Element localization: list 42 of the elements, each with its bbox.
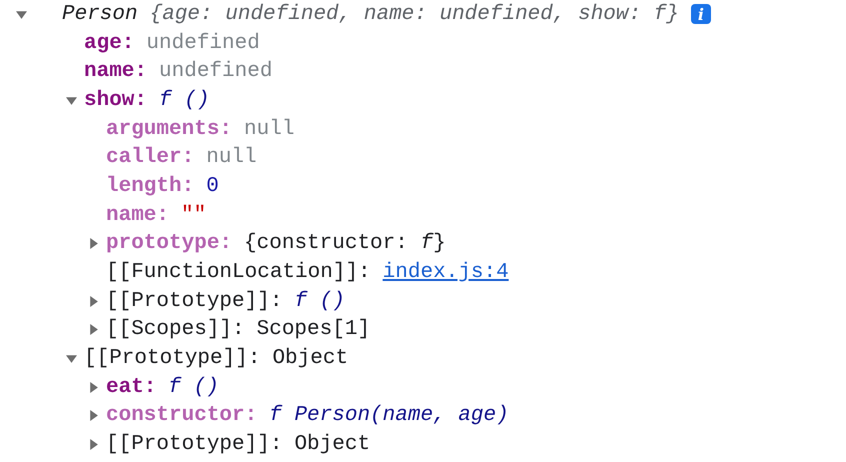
disclosure-triangle-icon[interactable] [66, 94, 77, 106]
source-link[interactable]: index.js:4 [382, 261, 509, 284]
property-key: name: [106, 204, 170, 227]
class-name: Person [62, 2, 138, 26]
property-key: [[FunctionLocation]]: [106, 261, 371, 284]
property-value: Scopes[1] [256, 318, 370, 342]
property-value: f () [159, 88, 210, 112]
property-key: age: [84, 32, 134, 55]
property-value: Object [294, 433, 370, 456]
property-value: null [244, 118, 294, 141]
property-key: show: [84, 88, 148, 112]
disclosure-triangle-icon[interactable] [88, 439, 99, 450]
disclosure-triangle-icon[interactable] [88, 410, 99, 422]
property-key: [[Prototype]]: [106, 290, 282, 313]
property-key: eat: [106, 376, 156, 399]
property-key: prototype: [106, 232, 232, 256]
property-value: f Person(name, age) [269, 404, 509, 428]
property-key: length: [106, 174, 194, 198]
disclosure-triangle-icon[interactable] [88, 238, 99, 250]
property-value: 0 [206, 174, 219, 198]
property-value: null [206, 146, 257, 170]
property-value: "" [181, 204, 206, 227]
disclosure-triangle-icon[interactable] [88, 324, 99, 336]
object-preview: {age: undefined, name: undefined, show: f} [150, 2, 679, 26]
property-key: caller: [106, 146, 194, 170]
disclosure-triangle-icon[interactable] [16, 8, 27, 20]
disclosure-triangle-icon[interactable] [66, 353, 77, 364]
property-value: undefined [146, 32, 260, 55]
property-value: f () [294, 290, 345, 313]
property-key: arguments: [106, 118, 232, 141]
property-value: Object [272, 347, 348, 370]
property-value: {constructor: f} [244, 232, 446, 256]
property-value: undefined [159, 60, 272, 84]
property-key: constructor: [106, 404, 258, 428]
property-key: [[Prototype]]: [84, 347, 260, 370]
property-key: [[Prototype]]: [106, 433, 282, 456]
info-badge[interactable]: i [690, 4, 711, 24]
property-key: name: [84, 60, 148, 84]
property-key: [[Scopes]]: [106, 318, 245, 342]
disclosure-triangle-icon[interactable] [88, 296, 99, 307]
property-value: f () [168, 376, 219, 399]
disclosure-triangle-icon[interactable] [88, 382, 99, 393]
